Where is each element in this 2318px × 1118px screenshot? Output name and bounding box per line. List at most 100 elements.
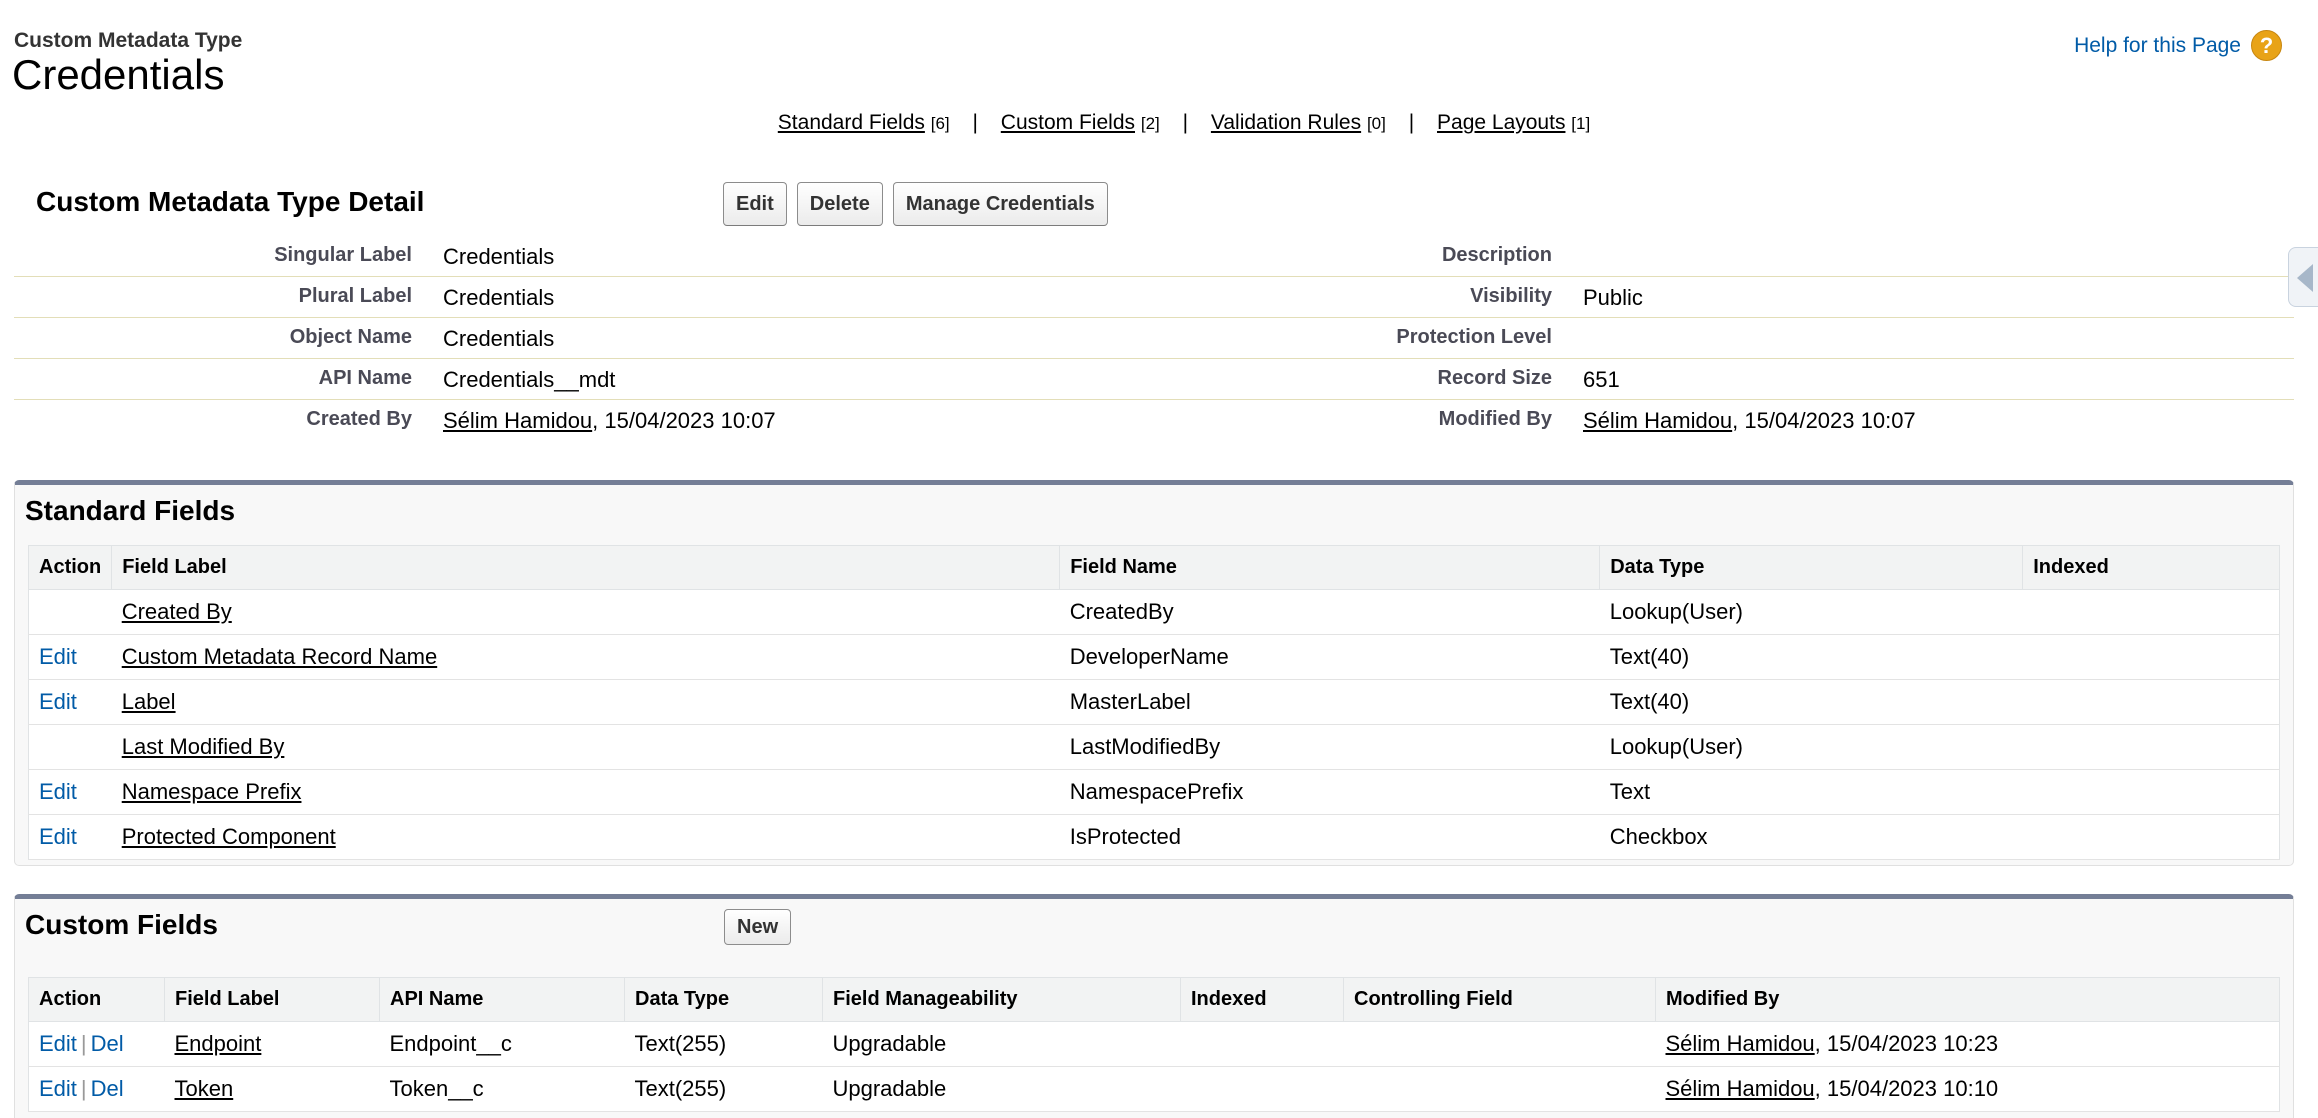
delete-action-link[interactable]: Del xyxy=(91,1076,124,1101)
field-label: API Name xyxy=(318,367,412,389)
edit-action-link[interactable]: Edit xyxy=(39,1076,77,1101)
question-mark-icon[interactable]: ? xyxy=(2251,30,2282,61)
help-link[interactable]: Help for this Page xyxy=(2074,34,2241,58)
field-name-cell: DeveloperName xyxy=(1059,634,1600,680)
field-label: Description xyxy=(1441,244,1552,266)
created-by-user-link[interactable]: Sélim Hamidou xyxy=(443,408,592,433)
related-link-page-layouts[interactable]: Page Layouts xyxy=(1437,111,1565,134)
field-value: Credentials xyxy=(443,285,555,310)
related-count: [1] xyxy=(1571,114,1591,133)
sidebar-toggle[interactable] xyxy=(2288,247,2318,307)
field-name-cell: NamespacePrefix xyxy=(1059,769,1600,815)
field-label: Protection Level xyxy=(1396,326,1552,348)
related-link-custom-fields[interactable]: Custom Fields xyxy=(1001,111,1135,134)
detail-section-title: Custom Metadata Type Detail xyxy=(36,186,425,217)
field-label: Plural Label xyxy=(298,285,412,307)
data-type-cell: Lookup(User) xyxy=(1599,589,2023,635)
column-header: API Name xyxy=(379,977,625,1022)
separator: | xyxy=(972,111,978,134)
field-label-link[interactable]: Endpoint xyxy=(175,1031,262,1056)
manage-records-button[interactable]: Manage Credentials xyxy=(892,182,1108,226)
field-label: Singular Label xyxy=(274,244,412,266)
field-name-cell: IsProtected xyxy=(1059,814,1600,860)
modified-by-user-link[interactable]: Sélim Hamidou xyxy=(1666,1031,1815,1056)
related-list-links: Standard Fields [6] | Custom Fields [2] … xyxy=(0,111,2318,135)
table-row: Edit Custom Metadata Record Name Develop… xyxy=(28,634,2280,680)
detail-row: Singular Label Credentials Description xyxy=(14,236,2294,277)
help-area: Help for this Page ? xyxy=(2074,30,2282,61)
related-count: [6] xyxy=(930,114,950,133)
table-row: Edit | Del Endpoint Endpoint__c Text(255) … xyxy=(28,1021,2280,1067)
edit-button[interactable]: Edit xyxy=(723,182,787,226)
column-header: Indexed xyxy=(1180,977,1344,1022)
field-label-link[interactable]: Last Modified By xyxy=(122,734,285,759)
field-name-cell: LastModifiedBy xyxy=(1059,724,1600,770)
data-type-cell: Text xyxy=(1599,769,2023,815)
indexed-cell xyxy=(2022,679,2280,725)
table-row: Last Modified By LastModifiedBy Lookup(U… xyxy=(28,724,2280,770)
field-value: Credentials xyxy=(443,326,555,351)
delete-button[interactable]: Delete xyxy=(796,182,883,226)
column-header: Field Label xyxy=(164,977,380,1022)
table-row: Edit Label MasterLabel Text(40) xyxy=(28,679,2280,725)
table-row: Created By CreatedBy Lookup(User) xyxy=(28,589,2280,635)
modified-by-cell: Sélim Hamidou, 15/04/2023 10:23 xyxy=(1655,1021,2280,1067)
edit-action-link[interactable]: Edit xyxy=(39,689,77,714)
field-label-link[interactable]: Custom Metadata Record Name xyxy=(122,644,437,669)
delete-action-link[interactable]: Del xyxy=(91,1031,124,1056)
column-header: Indexed xyxy=(2022,545,2280,590)
edit-action-link[interactable]: Edit xyxy=(39,1031,77,1056)
edit-action-link[interactable]: Edit xyxy=(39,824,77,849)
data-type-cell: Text(255) xyxy=(624,1021,823,1067)
detail-row: Object Name Credentials Protection Level xyxy=(14,318,2294,359)
field-value: 651 xyxy=(1583,367,1620,392)
column-header: Field Manageability xyxy=(822,977,1181,1022)
data-type-cell: Checkbox xyxy=(1599,814,2023,860)
detail-row: Plural Label Credentials Visibility Publ… xyxy=(14,277,2294,318)
data-type-cell: Text(40) xyxy=(1599,679,2023,725)
indexed-cell xyxy=(2022,814,2280,860)
new-field-button[interactable]: New xyxy=(724,909,792,945)
field-label-link[interactable]: Label xyxy=(122,689,176,714)
column-header: Data Type xyxy=(624,977,823,1022)
detail-buttons: Edit Delete Manage Credentials xyxy=(723,182,1118,226)
api-name-cell: Token__c xyxy=(379,1066,625,1112)
field-value: Sélim Hamidou, 15/04/2023 10:07 xyxy=(1583,408,1916,433)
edit-action-link[interactable]: Edit xyxy=(39,644,77,669)
field-label-link[interactable]: Protected Component xyxy=(122,824,336,849)
modified-by-user-link[interactable]: Sélim Hamidou xyxy=(1666,1076,1815,1101)
panel-title: Standard Fields xyxy=(25,495,236,526)
table-row: Edit Protected Component IsProtected Che… xyxy=(28,814,2280,860)
related-count: [0] xyxy=(1366,114,1386,133)
edit-action-link[interactable]: Edit xyxy=(39,779,77,804)
column-header: Modified By xyxy=(1655,977,2280,1022)
separator: | xyxy=(1408,111,1415,134)
data-type-cell: Lookup(User) xyxy=(1599,724,2023,770)
field-label-link[interactable]: Created By xyxy=(122,599,232,624)
field-name-cell: MasterLabel xyxy=(1059,679,1600,725)
column-header: Field Name xyxy=(1059,545,1601,590)
manageability-cell: Upgradable xyxy=(822,1021,1181,1067)
field-label-link[interactable]: Namespace Prefix xyxy=(122,779,302,804)
data-type-cell: Text(255) xyxy=(624,1066,823,1112)
indexed-cell xyxy=(2022,724,2280,770)
custom-fields-panel: Custom Fields New Action Field Label API… xyxy=(14,894,2294,1118)
field-value: Credentials xyxy=(443,244,555,269)
standard-fields-table: Action Field Label Field Name Data Type … xyxy=(27,545,2280,860)
column-header: Action xyxy=(28,977,165,1022)
modified-by-cell: Sélim Hamidou, 15/04/2023 10:10 xyxy=(1655,1066,2280,1112)
field-label: Object Name xyxy=(289,326,412,348)
field-label-link[interactable]: Token xyxy=(175,1076,234,1101)
custom-fields-table: Action Field Label API Name Data Type Fi… xyxy=(28,977,2280,1112)
related-link-standard-fields[interactable]: Standard Fields xyxy=(778,111,925,134)
modified-by-user-link[interactable]: Sélim Hamidou xyxy=(1583,408,1732,433)
column-header: Controlling Field xyxy=(1343,977,1656,1022)
detail-table: Singular Label Credentials Description P… xyxy=(14,236,2294,441)
field-label: Modified By xyxy=(1438,408,1552,430)
manageability-cell: Upgradable xyxy=(822,1066,1181,1112)
table-header-row: Action Field Label API Name Data Type Fi… xyxy=(28,977,2280,1022)
field-label: Created By xyxy=(306,408,412,430)
controlling-field-cell xyxy=(1343,1021,1656,1067)
related-link-validation-rules[interactable]: Validation Rules xyxy=(1211,111,1361,134)
field-label: Record Size xyxy=(1437,367,1552,389)
